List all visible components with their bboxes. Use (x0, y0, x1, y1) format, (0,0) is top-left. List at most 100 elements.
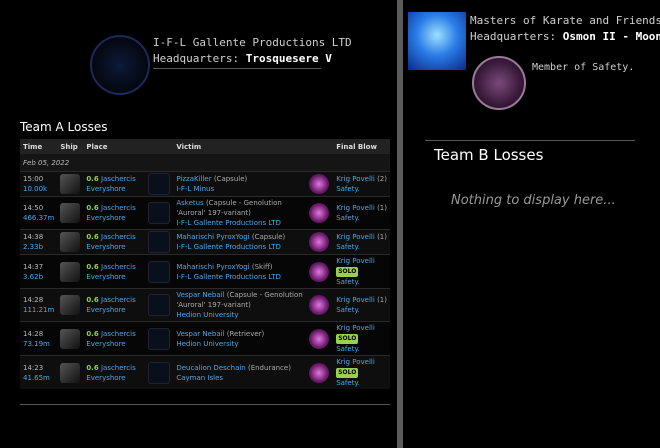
corp-name[interactable]: I-F-L Gallente Productions LTD (153, 36, 352, 49)
region-link[interactable]: Everyshore (86, 305, 142, 315)
col-ship: Ship (57, 139, 84, 154)
loss-time: 14:50 (23, 204, 44, 212)
final-blow-portrait[interactable] (308, 295, 329, 315)
final-blow-portrait[interactable] (308, 203, 329, 223)
ship-icon[interactable] (60, 174, 81, 194)
victim-name[interactable]: Deucalion Deschain (176, 364, 245, 372)
fb-name[interactable]: Krig Povelli (336, 324, 375, 332)
fb-name[interactable]: Krig Povelli (336, 233, 375, 241)
system-link[interactable]: Jaschercis (101, 204, 136, 212)
region-link[interactable]: Everyshore (86, 373, 142, 383)
victim-name[interactable]: Asketus (176, 199, 203, 207)
victim-name[interactable]: Vespar Nebail (176, 291, 224, 299)
ship-icon[interactable] (60, 362, 81, 383)
system-link[interactable]: Jaschercis (101, 263, 136, 271)
victim-name[interactable]: PizzaKiller (176, 175, 211, 183)
fb-line: Krig Povelli (336, 256, 387, 266)
losses-table: Time Ship Place Victim Final Blow Feb 05… (20, 139, 390, 389)
fb-corp[interactable]: Safety. (336, 378, 387, 388)
member-portrait[interactable] (472, 56, 526, 110)
final-blow-portrait[interactable] (308, 261, 329, 282)
system-link[interactable]: Jaschercis (101, 233, 136, 241)
table-row[interactable]: 14:50 466.37m 0.6 Jaschercis Everyshore Aske… (20, 196, 390, 230)
fb-name[interactable]: Krig Povelli (336, 358, 375, 366)
ship-icon[interactable] (60, 328, 81, 349)
victim-corp-icon[interactable] (148, 202, 171, 224)
victim-img-cell (145, 355, 174, 389)
loss-isk[interactable]: 41.65m (23, 373, 54, 383)
loss-time: 14:23 (23, 363, 44, 372)
region-link[interactable]: Everyshore (86, 213, 142, 223)
region-link[interactable]: Everyshore (86, 339, 142, 349)
fb-name[interactable]: Krig Povelli (336, 175, 375, 183)
system-link[interactable]: Jaschercis (101, 364, 136, 372)
victim-name[interactable]: Maharischi PyroxYogi (176, 233, 249, 241)
loss-time: 14:28 (23, 329, 44, 338)
loss-time: 15:00 (23, 175, 44, 183)
fb-name[interactable]: Krig Povelli (336, 257, 375, 265)
region-link[interactable]: Everyshore (86, 272, 142, 282)
fb-img-cell (305, 171, 334, 197)
region-link[interactable]: Everyshore (86, 184, 142, 194)
alliance-name[interactable]: Masters of Karate and Friendship (470, 14, 660, 27)
fb-corp[interactable]: Safety. (336, 184, 387, 194)
victim-corp[interactable]: I-F-L Gallente Productions LTD (176, 218, 302, 228)
victim-corp-icon[interactable] (148, 231, 171, 253)
victim-name[interactable]: Vespar Nebail (176, 330, 224, 338)
victim-corp-icon[interactable] (148, 361, 171, 384)
loss-isk[interactable]: 2.33b (23, 242, 54, 252)
table-row[interactable]: 14:37 3.62b 0.6 Jaschercis Everyshore Mahari… (20, 254, 390, 289)
table-row[interactable]: 14:28 73.19m 0.6 Jaschercis Everyshore Vespa… (20, 321, 390, 356)
ship-icon[interactable] (60, 295, 81, 315)
table-header-row: Time Ship Place Victim Final Blow (20, 139, 390, 154)
victim-corp-icon[interactable] (148, 294, 171, 316)
fb-corp[interactable]: Safety. (336, 344, 387, 354)
table-row[interactable]: 14:38 2.33b 0.6 Jaschercis Everyshore Mahari… (20, 229, 390, 255)
ship-icon[interactable] (60, 203, 81, 223)
victim-corp[interactable]: Hedion University (176, 339, 302, 349)
fb-corp[interactable]: Safety. (336, 305, 387, 315)
ship-icon[interactable] (60, 261, 81, 282)
region-link[interactable]: Everyshore (86, 242, 142, 252)
final-blow-portrait[interactable] (308, 362, 329, 383)
fb-corp[interactable]: Safety. (336, 213, 387, 223)
final-blow-portrait[interactable] (308, 174, 329, 194)
victim-corp[interactable]: I-F-L Minus (176, 184, 302, 194)
final-blow-portrait[interactable] (308, 328, 329, 349)
victim-cell: Maharischi PyroxYogi (Capsule) I-F-L Gall… (173, 229, 306, 255)
victim-corp[interactable]: Hedion University (176, 310, 302, 320)
time-cell: 14:28 73.19m (20, 321, 58, 356)
system-link[interactable]: Jaschercis (101, 175, 136, 183)
victim-corp-icon[interactable] (148, 327, 171, 350)
table-row[interactable]: 14:23 41.65m 0.6 Jaschercis Everyshore Deuca… (20, 355, 390, 389)
loss-isk[interactable]: 111.21m (23, 305, 54, 315)
loss-isk[interactable]: 73.19m (23, 339, 54, 349)
table-row[interactable]: 15:00 10.00k 0.6 Jaschercis Everyshore Pizza… (20, 171, 390, 197)
victim-corp-icon[interactable] (148, 260, 171, 283)
fb-name[interactable]: Krig Povelli (336, 296, 375, 304)
victim-corp[interactable]: I-F-L Gallente Productions LTD (176, 272, 302, 282)
fb-corp[interactable]: Safety. (336, 277, 387, 287)
victim-cell: Vespar Nebail (Capsule - Genolution 'Auro… (173, 288, 306, 322)
table-row[interactable]: 14:28 111.21m 0.6 Jaschercis Everyshore Vesp… (20, 288, 390, 322)
victim-corp[interactable]: I-F-L Gallente Productions LTD (176, 242, 302, 252)
hq-value[interactable]: Trosquesere V (246, 52, 332, 65)
place-line: 0.6 Jaschercis (86, 174, 142, 184)
victim-corp-icon[interactable] (148, 173, 171, 195)
fb-name[interactable]: Krig Povelli (336, 204, 375, 212)
system-link[interactable]: Jaschercis (101, 296, 136, 304)
fb-corp[interactable]: Safety. (336, 242, 387, 252)
loss-isk[interactable]: 3.62b (23, 272, 54, 282)
victim-name[interactable]: Maharischi PyroxYogi (176, 263, 249, 271)
victim-corp[interactable]: Cayman Isles (176, 373, 302, 383)
loss-isk[interactable]: 466.37m (23, 213, 54, 223)
solo-badge: SOLO (336, 267, 359, 277)
hq-value[interactable]: Osmon II - Moon 1 (563, 30, 660, 43)
final-blow-portrait[interactable] (308, 232, 329, 252)
loss-isk[interactable]: 10.00k (23, 184, 54, 194)
alliance-logo[interactable] (408, 12, 466, 70)
loss-time: 14:28 (23, 296, 44, 304)
corp-logo[interactable] (90, 35, 150, 95)
ship-icon[interactable] (60, 232, 81, 252)
system-link[interactable]: Jaschercis (101, 330, 136, 338)
